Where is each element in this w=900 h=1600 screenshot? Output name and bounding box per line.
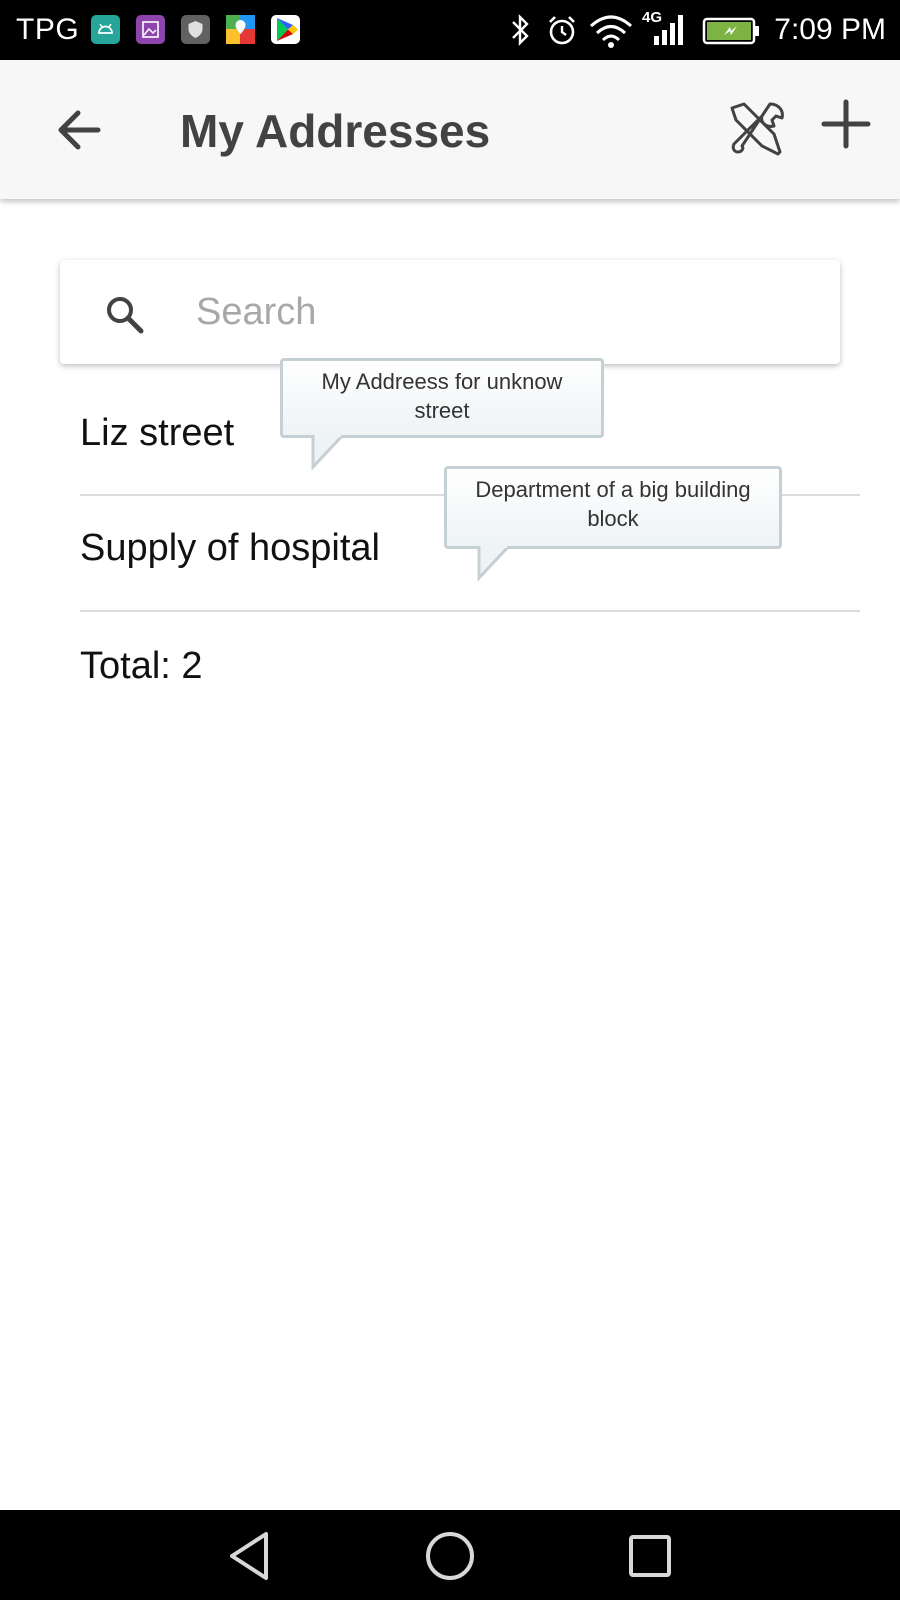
tooltip-supply-of-hospital: Department of a big building block: [444, 466, 782, 549]
carrier-name: TPG: [16, 13, 80, 46]
address-name: Supply of hospital: [80, 527, 380, 569]
total-count: Total: 2: [80, 645, 203, 687]
circle-home-icon: [426, 1532, 474, 1580]
plus-icon: [821, 99, 871, 149]
arrow-back-icon: [58, 110, 101, 150]
clock: 7:09 PM: [774, 13, 886, 46]
bluetooth-icon: [512, 14, 529, 46]
triangle-back-icon: [230, 1532, 268, 1580]
search-icon: [107, 297, 144, 334]
tools-icon: [730, 102, 784, 156]
nav-back-button[interactable]: [222, 1528, 278, 1584]
nav-home-button[interactable]: [422, 1528, 478, 1584]
shield-icon: [181, 15, 210, 44]
list-divider: [80, 610, 860, 612]
tooltip-liz-street: My Addreess for unknow street: [280, 358, 604, 438]
add-address-button[interactable]: [818, 96, 874, 152]
maps-icon: [226, 15, 255, 44]
network-type-label: 4G: [642, 9, 663, 26]
wifi-icon: [589, 15, 633, 48]
tooltip-tail: [477, 546, 511, 582]
battery-icon: [702, 17, 759, 45]
tools-button[interactable]: [722, 96, 788, 162]
play-store-icon: [271, 15, 300, 44]
navigation-bar: [0, 1510, 900, 1600]
status-bar: TPG 4G 7:09 PM: [0, 0, 900, 60]
nav-recents-button[interactable]: [622, 1528, 678, 1584]
gallery-icon: [136, 15, 165, 44]
address-name: Liz street: [80, 412, 235, 454]
alarm-icon: [549, 16, 575, 45]
search-input[interactable]: [196, 282, 816, 342]
tooltip-text: My Addreess for unknow street: [321, 369, 563, 423]
back-button[interactable]: [48, 100, 108, 160]
tooltip-text: Department of a big building block: [475, 477, 751, 531]
square-recents-icon: [629, 1535, 671, 1577]
app-bar: My Addresses: [0, 60, 900, 199]
page-title: My Addresses: [180, 105, 491, 157]
android-icon: [91, 15, 120, 44]
tooltip-tail: [311, 435, 345, 471]
